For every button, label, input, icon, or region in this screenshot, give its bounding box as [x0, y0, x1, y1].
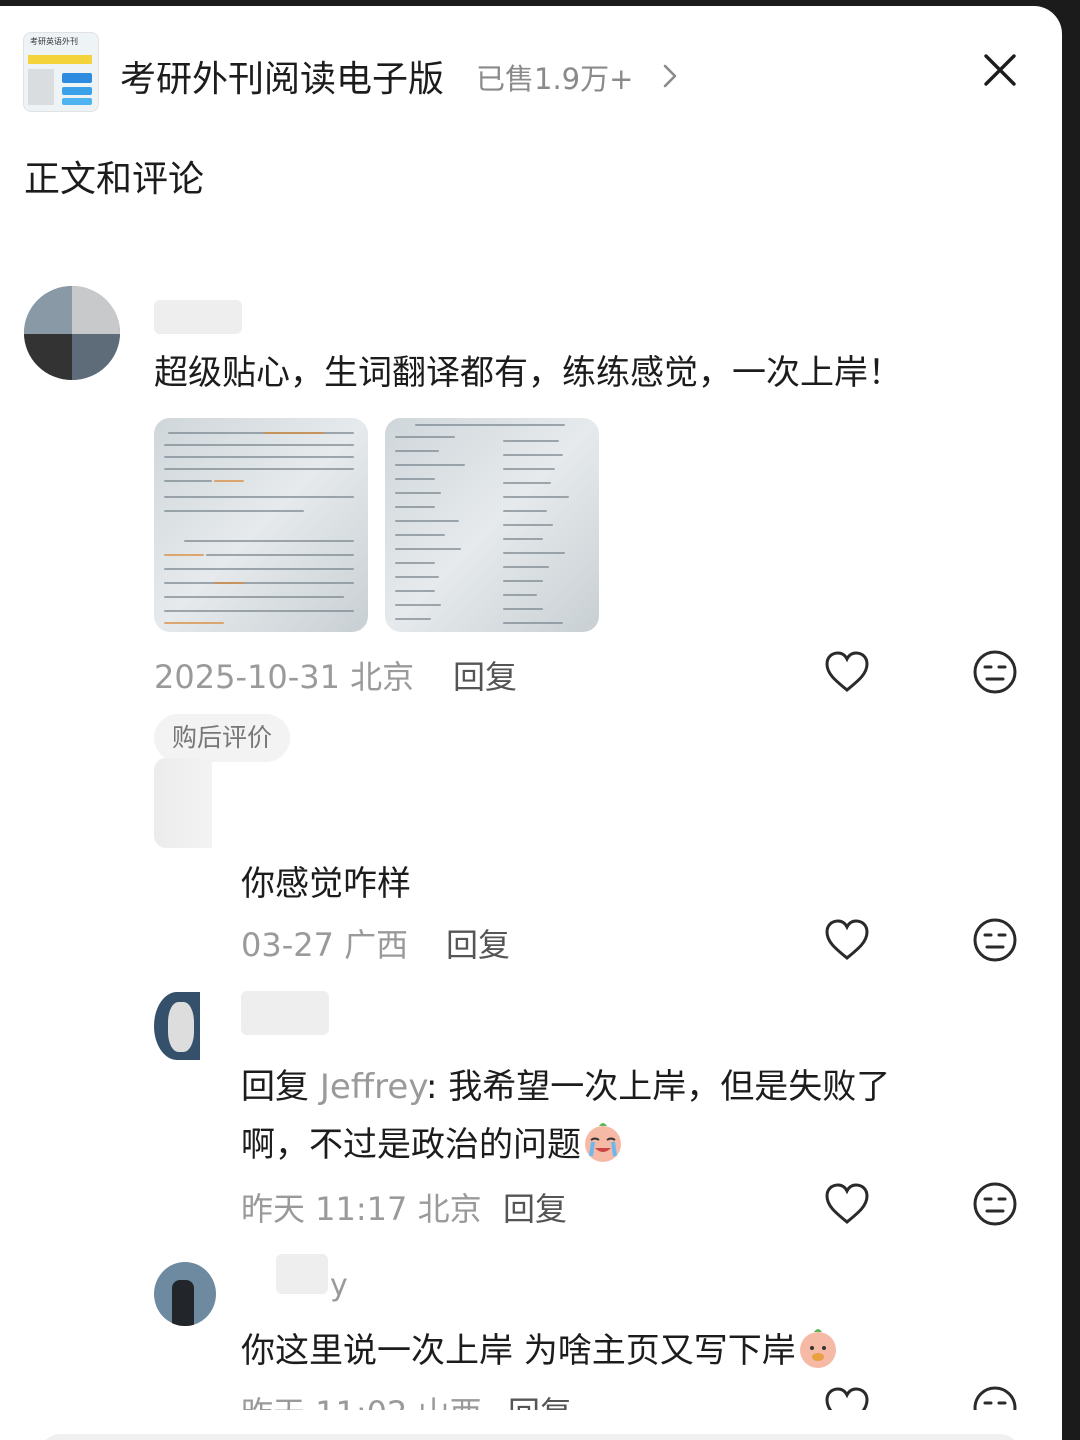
comment-input-bar[interactable]: [40, 1434, 1020, 1440]
chevron-right-icon[interactable]: [656, 60, 684, 92]
crying-emoji-icon: [585, 1123, 621, 1162]
comment-date-location: 昨天 11:17 北京: [241, 1190, 482, 1228]
peach-emoji-icon: [799, 1329, 836, 1368]
comment-text: 你这里说一次上岸 为啥主页又写下岸: [241, 1322, 840, 1380]
neutral-face-icon[interactable]: [970, 648, 1020, 696]
comment-text-line2: 啊，不过是政治的问题: [241, 1125, 581, 1165]
username-blurred[interactable]: [154, 300, 242, 334]
comment-text-body: 你这里说一次上岸 为啥主页又写下岸: [241, 1331, 796, 1371]
neutral-face-icon[interactable]: [970, 1180, 1020, 1228]
avatar[interactable]: [154, 758, 212, 858]
reply-button[interactable]: 回复: [503, 1184, 567, 1230]
username-partial[interactable]: y: [330, 1268, 348, 1303]
sales-count[interactable]: 已售1.9万+: [476, 56, 633, 98]
comment-photo[interactable]: [154, 418, 368, 632]
reply-button[interactable]: 回复: [446, 920, 510, 966]
heart-icon[interactable]: [822, 648, 872, 696]
cover-block: [62, 73, 92, 83]
close-icon[interactable]: [978, 48, 1022, 92]
comment-text: 你感觉咋样: [241, 864, 411, 904]
comment-date-location: 03-27 广西: [241, 926, 409, 964]
avatar[interactable]: [24, 286, 120, 380]
reply-prefix: 回复: [241, 1067, 309, 1107]
comment-text: 回复 Jeffrey: 我希望一次上岸，但是失败了 啊，不过是政治的问题: [241, 1058, 890, 1174]
cover-title: 考研英语外刊: [30, 37, 78, 46]
avatar[interactable]: [154, 992, 200, 1060]
cover-block: [62, 98, 92, 105]
comment-sheet: 考研英语外刊 考研外刊阅读电子版 已售1.9万+ 正文和评论 超级贴心，生词翻译…: [0, 6, 1062, 1440]
comment-text: 超级贴心，生词翻译都有，练练感觉，一次上岸！: [154, 353, 902, 393]
cover-page: [28, 69, 54, 105]
product-title[interactable]: 考研外刊阅读电子版: [120, 50, 444, 102]
username-blurred[interactable]: [241, 991, 329, 1035]
neutral-face-icon[interactable]: [970, 916, 1020, 964]
comment-date-location: 2025-10-31 北京: [154, 658, 415, 696]
heart-icon[interactable]: [822, 916, 872, 964]
post-purchase-review-badge: 购后评价: [154, 714, 291, 762]
username-blurred[interactable]: [276, 1254, 328, 1294]
heart-icon[interactable]: [822, 1180, 872, 1228]
cover-block: [62, 87, 92, 95]
product-cover-image[interactable]: 考研英语外刊: [23, 32, 99, 112]
section-title: 正文和评论: [24, 159, 205, 200]
avatar[interactable]: [154, 1262, 216, 1326]
cover-banner: [28, 55, 92, 64]
reply-button[interactable]: 回复: [453, 652, 517, 698]
comment-text-line1: : 我希望一次上岸，但是失败了: [425, 1067, 891, 1107]
product-header[interactable]: 考研英语外刊 考研外刊阅读电子版 已售1.9万+: [0, 6, 1062, 126]
mention-username[interactable]: Jeffrey: [320, 1067, 426, 1107]
comment-photo[interactable]: [385, 418, 599, 632]
